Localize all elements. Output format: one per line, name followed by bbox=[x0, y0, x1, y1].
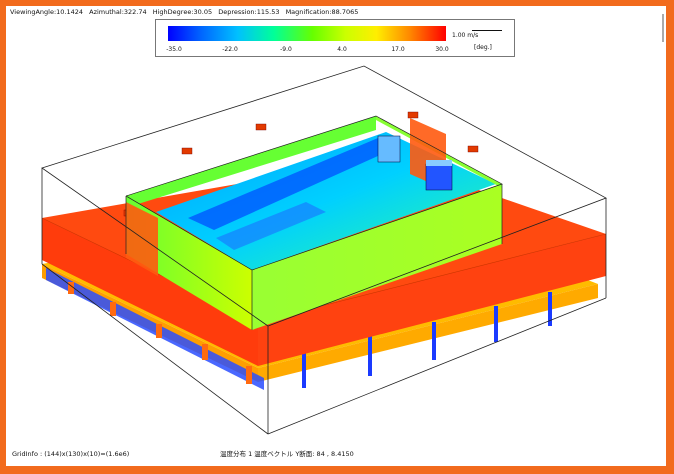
legend-tick: 17.0 bbox=[391, 46, 405, 53]
legend-tick: -35.0 bbox=[166, 46, 182, 53]
vector-scale-label: 1.00 m/s bbox=[452, 32, 479, 39]
legend-tick: -22.0 bbox=[222, 46, 238, 53]
legend-tick: 30.0 bbox=[435, 46, 449, 53]
grid-info: GridInfo : (144)x(130)x(10)=(1.6e6) bbox=[12, 450, 130, 458]
section-info: 温度分布 1 温度ベクトル Y断面: 84 , 8.4150 bbox=[220, 450, 354, 458]
3d-viewport[interactable] bbox=[6, 6, 666, 446]
viewer-window: ViewingAngle:10.1424 Azimuthal:322.74 Hi… bbox=[6, 6, 666, 466]
color-legend: -35.0 -22.0 -9.0 4.0 17.0 30.0 1.00 m/s … bbox=[155, 19, 515, 57]
bottom-status-bar: GridInfo : (144)x(130)x(10)=(1.6e6) 温度分布… bbox=[6, 446, 666, 462]
color-scale-bar bbox=[168, 26, 446, 41]
legend-unit: [deg.] bbox=[474, 44, 492, 51]
legend-tick: 4.0 bbox=[337, 46, 347, 53]
legend-tick: -9.0 bbox=[280, 46, 292, 53]
vector-scale-arrow-icon bbox=[472, 30, 502, 31]
